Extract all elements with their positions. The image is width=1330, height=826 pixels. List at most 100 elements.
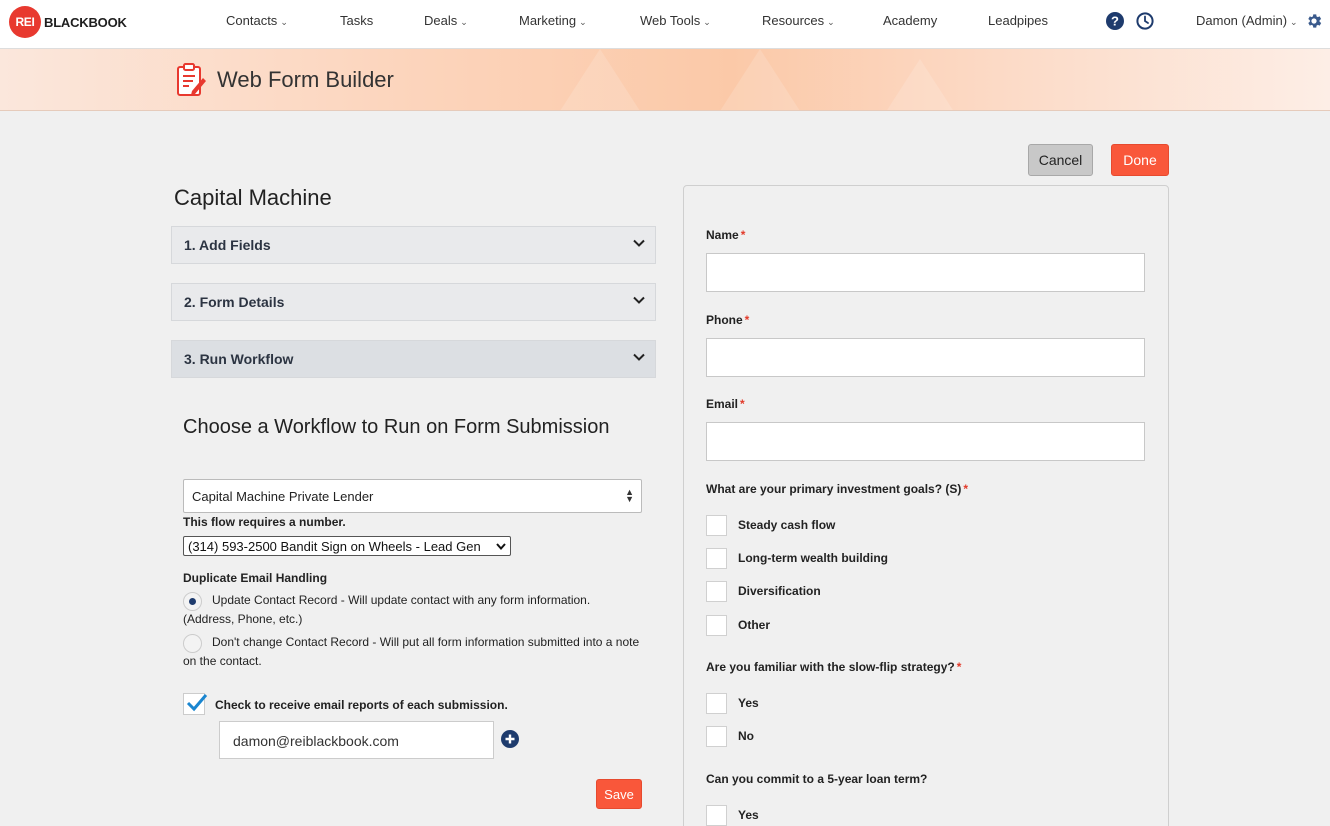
add-email-icon[interactable] — [501, 730, 519, 748]
section-run-workflow[interactable]: 3. Run Workflow — [171, 340, 656, 378]
name-input[interactable] — [706, 253, 1145, 292]
chevron-down-icon — [633, 296, 645, 304]
requires-number-note: This flow requires a number. — [183, 515, 346, 529]
workflow-select-value: Capital Machine Private Lender — [192, 489, 374, 504]
done-button[interactable]: Done — [1111, 144, 1169, 176]
nav-tasks[interactable]: Tasks — [340, 13, 373, 28]
chevron-down-icon: ⌄ — [1290, 17, 1298, 27]
option-label: Diversification — [738, 584, 821, 598]
phone-label: Phone * — [706, 313, 749, 327]
chevron-down-icon: ⌄ — [460, 17, 468, 27]
option-label: Other — [738, 618, 771, 632]
nav-deals-label: Deals — [424, 13, 458, 28]
checkmark-icon — [186, 694, 208, 712]
name-label: Name * — [706, 228, 745, 242]
option-label: Yes — [738, 808, 759, 822]
user-menu[interactable]: Damon (Admin) ⌄ — [1196, 13, 1298, 28]
nav-contacts[interactable]: Contacts ⌄ — [226, 13, 288, 28]
option-label: Steady cash flow — [738, 518, 836, 532]
banner-decoration — [720, 49, 800, 110]
gear-icon[interactable] — [1305, 12, 1323, 30]
checkbox-slow-flip-no[interactable] — [706, 726, 727, 747]
form-builder-icon — [177, 63, 206, 96]
option-label: No — [738, 729, 754, 743]
email-label-text: Email — [706, 397, 739, 411]
chevron-down-icon: ⌄ — [280, 17, 288, 27]
report-email-field[interactable]: damon@reiblackbook.com — [219, 721, 494, 759]
email-reports-checkbox[interactable] — [183, 693, 208, 715]
help-icon[interactable]: ? — [1106, 12, 1124, 30]
nav-tasks-label: Tasks — [340, 13, 374, 28]
email-input[interactable] — [706, 422, 1145, 461]
email-label: Email * — [706, 397, 745, 411]
chevron-down-icon: ⌄ — [703, 17, 711, 27]
question-text: Can you commit to a 5-year loan term? — [706, 772, 928, 786]
brand-badge: REI — [9, 6, 41, 38]
duplicate-email-heading: Duplicate Email Handling — [183, 571, 328, 585]
checkbox-steady-cash-flow[interactable] — [706, 515, 727, 536]
checkbox-slow-flip-yes[interactable] — [706, 693, 727, 714]
select-arrows-icon: ▲ ▼ — [625, 487, 634, 504]
chevron-down-icon — [496, 543, 506, 551]
nav-web-tools[interactable]: Web Tools ⌄ — [640, 13, 711, 28]
required-mark: * — [963, 482, 969, 496]
nav-leadpipes-label: Leadpipes — [988, 13, 1048, 28]
question-text: Are you familiar with the slow-flip stra… — [706, 660, 955, 674]
nav-academy-label: Academy — [883, 13, 938, 28]
nav-deals[interactable]: Deals ⌄ — [424, 13, 468, 28]
section-label: 2. Form Details — [184, 294, 285, 310]
nav-academy[interactable]: Academy — [883, 13, 937, 28]
workflow-heading: Choose a Workflow to Run on Form Submiss… — [183, 416, 610, 438]
nav-resources-label: Resources — [762, 13, 825, 28]
required-mark: * — [956, 660, 962, 674]
top-nav: REI BLACKBOOK Contacts ⌄ Tasks Deals ⌄ Mar… — [0, 0, 1330, 49]
required-mark: * — [740, 397, 745, 411]
banner-decoration — [560, 49, 640, 110]
question-slow-flip: Are you familiar with the slow-flip stra… — [706, 660, 961, 674]
cancel-button[interactable]: Cancel — [1028, 144, 1093, 176]
banner-decoration — [880, 59, 960, 110]
question-text: What are your primary investment goals? … — [706, 482, 962, 496]
brand-logo[interactable]: REI BLACKBOOK — [9, 6, 127, 38]
section-form-details[interactable]: 2. Form Details — [171, 283, 656, 321]
nav-leadpipes[interactable]: Leadpipes — [988, 13, 1048, 28]
phone-label-text: Phone — [706, 313, 743, 327]
radio-dont-change-label: Don't change Contact Record - Will put a… — [183, 635, 640, 668]
required-mark: * — [740, 228, 746, 242]
question-investment-goals: What are your primary investment goals? … — [706, 482, 968, 496]
clock-icon[interactable] — [1136, 12, 1154, 30]
save-button[interactable]: Save — [596, 779, 642, 809]
nav-marketing[interactable]: Marketing ⌄ — [519, 13, 587, 28]
phone-number-value: (314) 593-2500 Bandit Sign on Wheels - L… — [188, 539, 481, 554]
question-loan-term: Can you commit to a 5-year loan term? — [706, 772, 927, 786]
section-add-fields[interactable]: 1. Add Fields — [171, 226, 656, 264]
section-label: 1. Add Fields — [184, 237, 271, 253]
page-title: Web Form Builder — [217, 67, 394, 92]
form-name-title: Capital Machine — [174, 185, 332, 210]
user-name: Damon (Admin) — [1196, 13, 1288, 28]
svg-text:?: ? — [1111, 14, 1119, 29]
checkbox-other[interactable] — [706, 615, 727, 636]
option-label: Yes — [738, 696, 759, 710]
checkbox-loan-term-yes[interactable] — [706, 805, 727, 826]
name-label-text: Name — [706, 228, 739, 242]
phone-number-select[interactable]: (314) 593-2500 Bandit Sign on Wheels - L… — [183, 536, 511, 556]
chevron-down-icon: ⌄ — [827, 17, 835, 27]
brand-name: BLACKBOOK — [44, 14, 127, 30]
nav-resources[interactable]: Resources ⌄ — [762, 13, 835, 28]
required-mark: * — [744, 313, 750, 327]
phone-input[interactable] — [706, 338, 1145, 377]
radio-update-contact-label: Update Contact Record - Will update cont… — [183, 593, 591, 626]
checkbox-diversification[interactable] — [706, 581, 727, 602]
report-email-value: damon@reiblackbook.com — [233, 733, 399, 749]
checkbox-long-term-wealth[interactable] — [706, 548, 727, 569]
section-label: 3. Run Workflow — [184, 351, 294, 367]
chevron-down-icon: ⌄ — [579, 17, 587, 27]
workflow-select[interactable]: Capital Machine Private Lender ▲ ▼ — [183, 479, 642, 513]
email-reports-label: Check to receive email reports of each s… — [215, 698, 508, 712]
chevron-down-icon — [633, 353, 645, 361]
chevron-down-icon — [633, 239, 645, 247]
option-label: Long-term wealth building — [738, 551, 888, 565]
page-header: Web Form Builder — [0, 49, 1330, 111]
nav-contacts-label: Contacts — [226, 13, 278, 28]
